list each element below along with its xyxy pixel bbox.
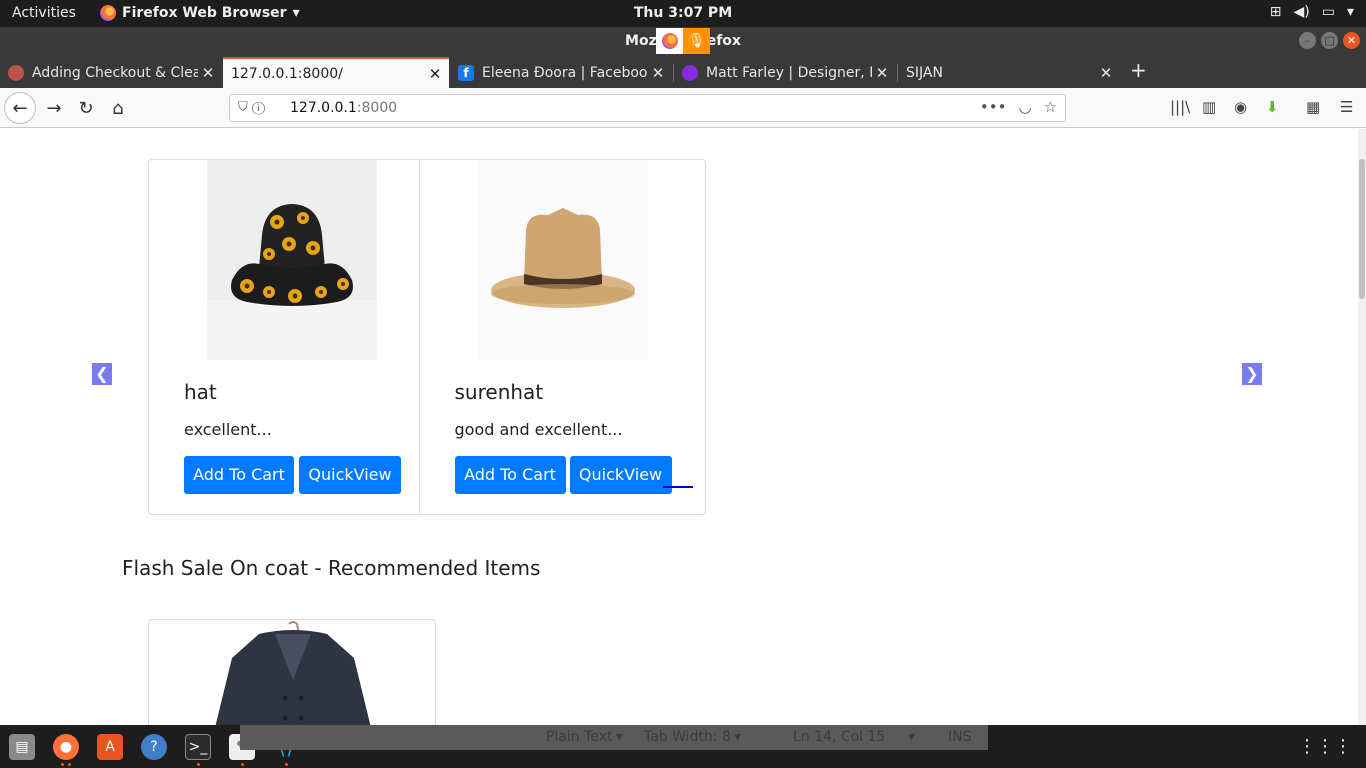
avatar-favicon-icon	[8, 64, 24, 81]
close-icon[interactable]: ✕	[1096, 64, 1116, 82]
editor-status-bar: Plain Text ▾ Tab Width: 8 ▾ Ln 14, Col 1…	[240, 725, 988, 750]
add-to-cart-button[interactable]: Add To Cart	[454, 456, 566, 494]
close-icon[interactable]: ✕	[872, 64, 892, 82]
tab-localhost[interactable]: 127.0.0.1:8000/ ✕	[223, 57, 449, 88]
cursor-position[interactable]: Ln 14, Col 15	[793, 729, 885, 745]
tab-label: Eleena Đoora | Facebook	[482, 64, 648, 81]
firefox-icon	[661, 33, 678, 49]
close-button[interactable]: ✕	[1343, 32, 1360, 49]
help-icon[interactable]: ?	[141, 734, 167, 760]
carousel-prev-button[interactable]: ❮	[92, 363, 112, 385]
close-icon[interactable]: ✕	[648, 64, 668, 82]
tab-label: Matt Farley | Designer, Fr	[706, 64, 872, 81]
window-controls: – □ ✕	[1299, 32, 1360, 49]
menu-icon[interactable]: ☰	[1340, 98, 1353, 116]
account-icon[interactable]: ◉	[1234, 98, 1247, 116]
close-icon[interactable]: ✕	[425, 65, 445, 83]
chevron-down-icon: ▾	[292, 5, 300, 21]
cursor-underline	[662, 486, 693, 488]
tab-sijan[interactable]: SIJAN ✕	[898, 57, 1120, 88]
site-favicon-icon	[682, 64, 698, 81]
minimize-button[interactable]: –	[1299, 32, 1316, 49]
pocket-icon[interactable]: ◡	[1018, 98, 1031, 116]
volume-icon[interactable]: ◀)	[1294, 4, 1310, 20]
product-name: hat	[184, 380, 217, 404]
battery-icon[interactable]: ▭	[1322, 4, 1335, 20]
section-title: Flash Sale On coat - Recommended Items	[122, 556, 541, 580]
scrollbar-thumb[interactable]	[1359, 159, 1365, 299]
chevron-down-icon: ▾	[734, 729, 742, 745]
product-image	[149, 620, 435, 725]
back-button[interactable]: ←	[4, 92, 36, 124]
product-card: hat excellent... Add To Cart QuickView	[149, 160, 419, 514]
files-icon[interactable]: ▤	[9, 734, 35, 760]
window-title-bar: Mozilla Firefox 🎙 – □ ✕	[0, 27, 1366, 55]
app-menu-label: Firefox Web Browser	[122, 5, 287, 21]
new-tab-button[interactable]: +	[1130, 58, 1147, 82]
chevron-down-icon: ▾	[616, 729, 624, 745]
tab-bar: Adding Checkout & Clear ✕ 127.0.0.1:8000…	[0, 55, 1366, 88]
software-center-icon[interactable]: A	[97, 734, 123, 760]
show-applications-icon[interactable]: ⋮⋮⋮	[1298, 736, 1352, 757]
url-text: 127.0.0.1:8000	[290, 100, 398, 116]
product-description: excellent...	[184, 420, 272, 439]
product-name: surenhat	[454, 380, 544, 404]
reload-button[interactable]: ↻	[72, 94, 100, 122]
product-image	[477, 160, 648, 360]
chevron-down-icon: ▾	[908, 729, 916, 745]
shield-icon[interactable]: ⛉ ⓘ	[238, 100, 265, 115]
page-content: ❮ ❯ hat excellent... Add To Cart QuickVi…	[0, 129, 1358, 725]
page-actions-icon[interactable]: •••	[980, 98, 1007, 116]
language-mode[interactable]: Plain Text	[546, 729, 612, 745]
firefox-icon	[100, 5, 116, 21]
tab-label: SIJAN	[906, 64, 943, 81]
extensions-icon[interactable]: ▦	[1306, 98, 1320, 116]
tab-matt-farley[interactable]: Matt Farley | Designer, Fr ✕	[674, 57, 896, 88]
activities-button[interactable]: Activities	[12, 5, 76, 21]
add-to-cart-button[interactable]: Add To Cart	[184, 456, 294, 494]
product-image	[207, 160, 377, 360]
quickview-button[interactable]: QuickView	[299, 456, 401, 494]
product-card: surenhat good and excellent... Add To Ca…	[418, 160, 705, 514]
firefox-icon[interactable]: ●	[53, 734, 79, 760]
screen-share-indicator[interactable]: 🎙	[656, 28, 710, 54]
forward-button[interactable]: →	[40, 94, 68, 122]
network-icon[interactable]: ⊞	[1270, 4, 1282, 20]
library-icon[interactable]: |||\	[1170, 98, 1190, 116]
maximize-button[interactable]: □	[1321, 32, 1338, 49]
home-button[interactable]: ⌂	[104, 94, 132, 122]
page-scrollbar[interactable]	[1358, 129, 1366, 725]
gnome-top-bar: Activities Firefox Web Browser ▾ Thu 3:0…	[0, 0, 1366, 27]
product-carousel: hat excellent... Add To Cart QuickView s…	[148, 159, 706, 515]
system-tray[interactable]: ⊞ ◀) ▭ ▾	[1270, 4, 1354, 20]
facebook-icon: f	[458, 64, 474, 81]
app-menu[interactable]: Firefox Web Browser ▾	[100, 5, 300, 21]
download-icon[interactable]: ⬇	[1266, 98, 1279, 116]
chevron-down-icon[interactable]: ▾	[1347, 4, 1354, 20]
tab-facebook[interactable]: f Eleena Đoora | Facebook ✕	[450, 57, 672, 88]
tab-label: 127.0.0.1:8000/	[231, 65, 343, 82]
bookmark-star-icon[interactable]: ☆	[1044, 98, 1057, 116]
product-card	[148, 619, 436, 725]
sidebar-icon[interactable]: ▥	[1202, 98, 1216, 116]
close-icon[interactable]: ✕	[198, 64, 218, 82]
quickview-button[interactable]: QuickView	[569, 456, 672, 494]
url-bar[interactable]: ⛉ ⓘ 127.0.0.1:8000 ••• ◡ ☆	[229, 94, 1066, 122]
carousel-next-button[interactable]: ❯	[1242, 363, 1262, 385]
tab-label: Adding Checkout & Clear	[32, 64, 198, 81]
terminal-icon[interactable]: >_	[185, 734, 211, 760]
microphone-icon: 🎙	[687, 33, 706, 49]
navigation-bar: ← → ↻ ⌂ ⛉ ⓘ 127.0.0.1:8000 ••• ◡ ☆ |||\ …	[0, 88, 1366, 128]
insert-mode: INS	[948, 729, 972, 745]
tab-adding-checkout[interactable]: Adding Checkout & Clear ✕	[0, 57, 222, 88]
tab-width[interactable]: Tab Width: 8	[644, 729, 731, 745]
product-description: good and excellent...	[454, 420, 623, 439]
